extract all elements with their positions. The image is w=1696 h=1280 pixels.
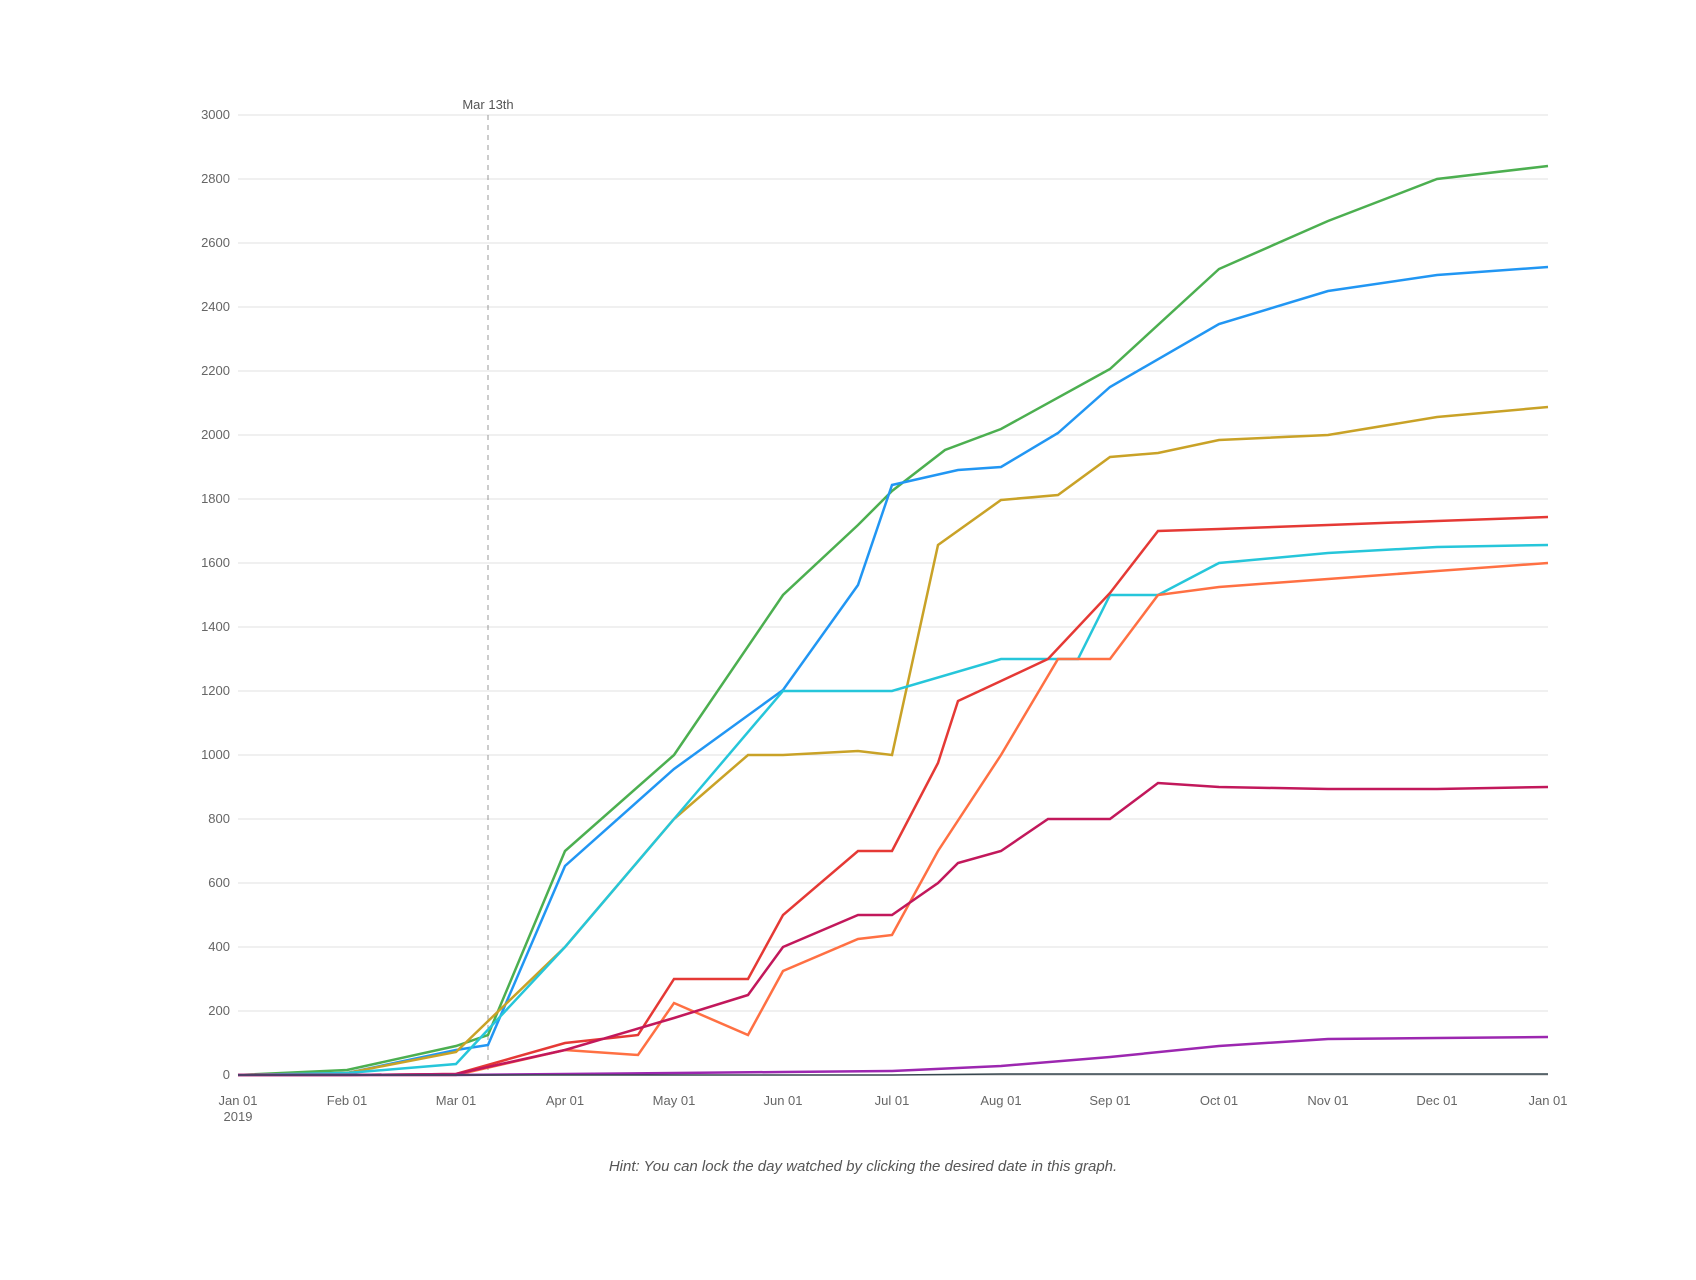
svg-text:May 01: May 01 [653,1093,696,1108]
svg-text:400: 400 [208,939,230,954]
svg-text:Feb 01: Feb 01 [327,1093,367,1108]
marker-label: Mar 13th [462,97,513,112]
series-green-line [238,166,1548,1075]
series-gold-line [238,407,1548,1075]
svg-text:600: 600 [208,875,230,890]
svg-text:2000: 2000 [201,427,230,442]
svg-text:Jan 01: Jan 01 [218,1093,257,1108]
svg-text:2400: 2400 [201,299,230,314]
svg-text:2019: 2019 [224,1109,253,1124]
svg-text:Nov 01: Nov 01 [1307,1093,1348,1108]
series-blue-line [238,267,1548,1075]
svg-text:200: 200 [208,1003,230,1018]
svg-text:Oct 01: Oct 01 [1200,1093,1238,1108]
series-red-line [238,517,1548,1075]
svg-text:Dec 01: Dec 01 [1416,1093,1457,1108]
svg-text:2600: 2600 [201,235,230,250]
svg-text:Apr 01: Apr 01 [546,1093,584,1108]
series-pink-line [238,783,1548,1075]
svg-text:0: 0 [223,1067,230,1082]
chart-svg[interactable]: 0 200 400 600 800 1000 1200 1400 1600 18… [158,90,1568,1150]
svg-text:1800: 1800 [201,491,230,506]
svg-text:3000: 3000 [201,107,230,122]
svg-text:1400: 1400 [201,619,230,634]
chart-container[interactable]: 0 200 400 600 800 1000 1200 1400 1600 18… [68,50,1628,1230]
y-axis-labels: 0 200 400 600 800 1000 1200 1400 1600 18… [201,107,230,1082]
svg-text:Jan 01: Jan 01 [1528,1093,1567,1108]
svg-text:2800: 2800 [201,171,230,186]
svg-text:Jun 01: Jun 01 [763,1093,802,1108]
series-cyan-line [238,545,1548,1075]
svg-text:Mar 01: Mar 01 [436,1093,476,1108]
svg-text:Sep 01: Sep 01 [1089,1093,1130,1108]
svg-text:Aug 01: Aug 01 [980,1093,1021,1108]
svg-text:Jul 01: Jul 01 [875,1093,910,1108]
svg-text:800: 800 [208,811,230,826]
chart-area: 0 200 400 600 800 1000 1200 1400 1600 18… [158,90,1568,1150]
hint-text: Hint: You can lock the day watched by cl… [158,1158,1568,1175]
x-axis-labels: Jan 01 2019 Feb 01 Mar 01 Apr 01 May 01 … [218,1093,1567,1124]
svg-text:2200: 2200 [201,363,230,378]
svg-text:1000: 1000 [201,747,230,762]
svg-text:1200: 1200 [201,683,230,698]
svg-text:1600: 1600 [201,555,230,570]
